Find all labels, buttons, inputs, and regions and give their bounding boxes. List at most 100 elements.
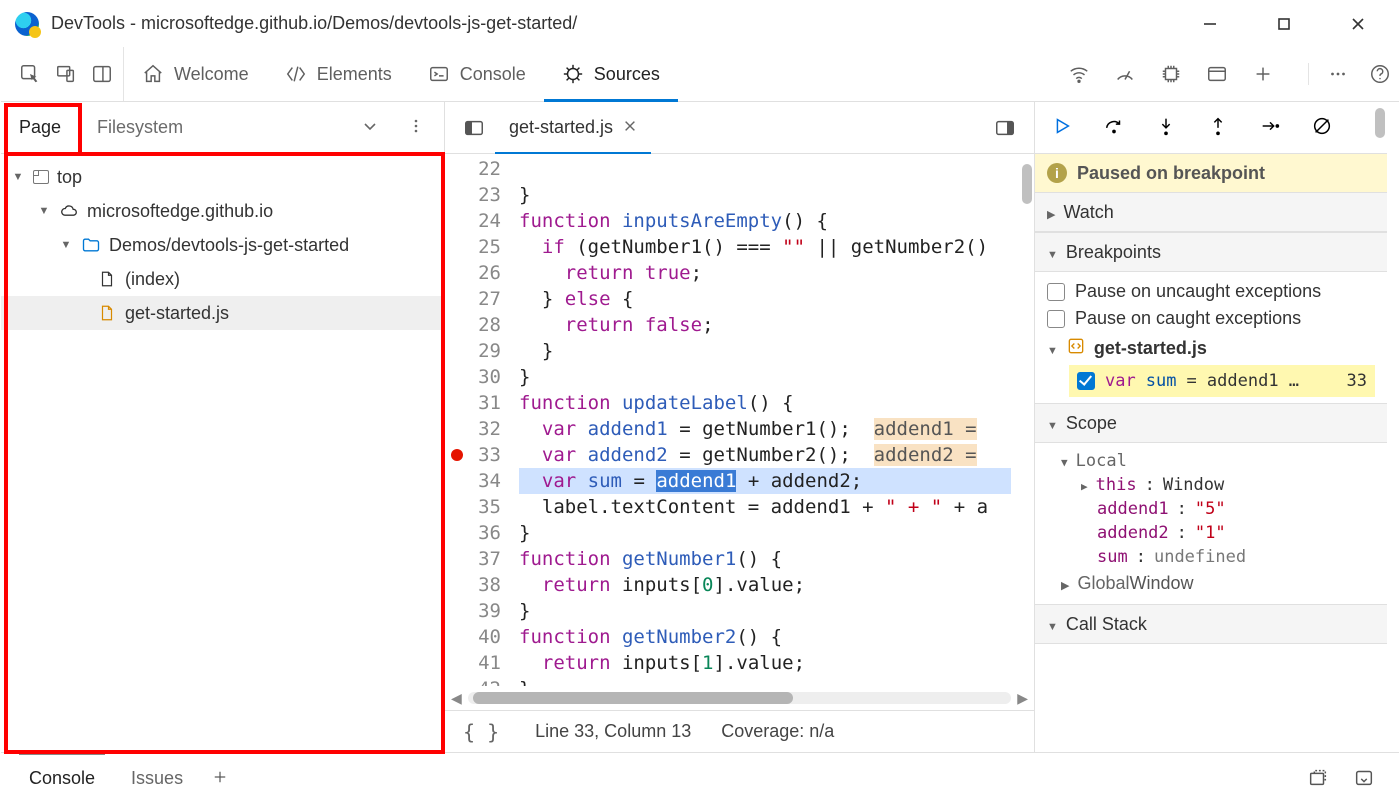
expand-icon[interactable] [1061, 451, 1068, 471]
step-out-icon[interactable] [1207, 115, 1229, 140]
cloud-icon [59, 201, 79, 221]
editor-tab-label: get-started.js [509, 117, 613, 138]
more-tools-icon[interactable] [1327, 63, 1349, 85]
section-watch[interactable]: Watch [1035, 192, 1387, 232]
drawer-tab-console[interactable]: Console [11, 753, 113, 804]
scroll-right-icon[interactable]: ▶ [1017, 690, 1028, 707]
scope-addend1-key: addend1 [1097, 499, 1169, 519]
paused-message: Paused on breakpoint [1077, 163, 1265, 184]
debugger-scrollbar[interactable] [1375, 108, 1385, 138]
expand-icon[interactable] [37, 205, 51, 217]
deactivate-breakpoints-icon[interactable] [1311, 115, 1333, 140]
application-icon[interactable] [1206, 63, 1228, 85]
toggle-navigator-icon[interactable] [453, 117, 495, 139]
expand-icon[interactable] [1047, 413, 1058, 434]
close-button[interactable] [1347, 13, 1369, 35]
breakpoint-line-number: 33 [1347, 371, 1367, 391]
editor-pane: get-started.js 2223242526272829303132333… [445, 102, 1035, 752]
expand-icon[interactable] [1081, 475, 1088, 495]
tab-elements[interactable]: Elements [267, 47, 410, 101]
devtools-tabstrip: Welcome Elements Console Sources [1, 47, 1399, 102]
expand-icon[interactable] [1047, 614, 1058, 635]
scope-addend1-val: "5" [1195, 499, 1226, 519]
pause-caught-checkbox[interactable]: Pause on caught exceptions [1047, 305, 1375, 332]
more-icon[interactable] [408, 118, 424, 137]
expand-icon[interactable] [1047, 202, 1055, 223]
scroll-left-icon[interactable]: ◀ [451, 690, 462, 707]
add-tab-icon[interactable] [1252, 63, 1274, 85]
tree-folder[interactable]: Demos/devtools-js-get-started [1, 228, 444, 262]
scope-sum-row: sum: undefined [1047, 545, 1375, 569]
section-breakpoints[interactable]: Breakpoints [1035, 232, 1387, 272]
drawer-expand-icon[interactable] [1307, 766, 1329, 791]
status-line-col: Line 33, Column 13 [535, 721, 691, 742]
scope-local-header[interactable]: Local [1047, 449, 1375, 473]
scope-this-row[interactable]: this: Window [1047, 473, 1375, 497]
code-editor[interactable]: 2223242526272829303132333435363738394041… [445, 154, 1034, 686]
help-icon[interactable] [1369, 63, 1391, 85]
minimize-button[interactable] [1199, 13, 1221, 35]
scope-global-row[interactable]: GlobalWindow [1047, 569, 1375, 598]
tree-top[interactable]: top [1, 160, 444, 194]
code-content[interactable]: } function inputsAreEmpty() { if (getNum… [519, 154, 1034, 686]
checkbox-checked-icon[interactable] [1077, 372, 1095, 390]
pretty-print-icon[interactable]: { } [463, 720, 505, 744]
editor-tab[interactable]: get-started.js [495, 102, 651, 153]
performance-icon[interactable] [1114, 63, 1136, 85]
drawer-add-tab-icon[interactable] [201, 768, 239, 789]
breakpoint-marker[interactable] [451, 449, 463, 461]
drawer-collapse-icon[interactable] [1353, 766, 1375, 791]
toggle-debugger-icon[interactable] [984, 117, 1026, 139]
tree-js-label: get-started.js [125, 303, 229, 324]
tab-sources-label: Sources [594, 64, 660, 85]
drawer-tab-issues[interactable]: Issues [113, 753, 201, 804]
elements-icon [285, 63, 307, 85]
network-conditions-icon[interactable] [1068, 63, 1090, 85]
section-scope-label: Scope [1066, 413, 1117, 434]
breakpoint-file-row[interactable]: get-started.js [1047, 332, 1375, 365]
step-into-icon[interactable] [1155, 115, 1177, 140]
frame-icon [33, 170, 49, 184]
editor-scrollbar-horizontal[interactable]: ◀ ▶ [445, 686, 1034, 710]
tree-index-file[interactable]: (index) [1, 262, 444, 296]
tab-console-label: Console [460, 64, 526, 85]
subtab-page[interactable]: Page [1, 102, 79, 153]
expand-icon[interactable] [11, 171, 25, 183]
line-gutter[interactable]: 2223242526272829303132333435363738394041… [445, 154, 519, 686]
tree-js-file[interactable]: get-started.js [1, 296, 444, 330]
expand-icon[interactable] [1047, 242, 1058, 263]
device-emulation-icon[interactable] [55, 63, 77, 85]
close-tab-icon[interactable] [623, 117, 637, 138]
navigator-pane: Page Filesystem top microsoftedge.github… [1, 102, 445, 752]
pause-caught-label: Pause on caught exceptions [1075, 308, 1301, 329]
pause-uncaught-checkbox[interactable]: Pause on uncaught exceptions [1047, 278, 1375, 305]
breakpoint-entry[interactable]: var sum = addend1 … 33 [1069, 365, 1375, 397]
scrollbar-thumb[interactable] [473, 692, 793, 704]
expand-icon[interactable] [1047, 338, 1058, 359]
inspect-element-icon[interactable] [19, 63, 41, 85]
tab-welcome[interactable]: Welcome [124, 47, 267, 101]
scope-this-val: Window [1163, 475, 1224, 495]
subtab-page-label: Page [19, 117, 61, 138]
tab-sources[interactable]: Sources [544, 47, 678, 101]
editor-scrollbar-vertical[interactable] [1022, 164, 1032, 204]
tab-console[interactable]: Console [410, 47, 544, 101]
dock-side-icon[interactable] [91, 63, 113, 85]
expand-icon[interactable] [1061, 573, 1069, 594]
resume-icon[interactable] [1051, 115, 1073, 140]
window-title: DevTools - microsoftedge.github.io/Demos… [51, 13, 577, 34]
tree-origin[interactable]: microsoftedge.github.io [1, 194, 444, 228]
section-scope[interactable]: Scope [1035, 403, 1387, 443]
checkbox-icon[interactable] [1047, 283, 1065, 301]
scope-addend2-row: addend2: "1" [1047, 521, 1375, 545]
step-icon[interactable] [1259, 115, 1281, 140]
memory-icon[interactable] [1160, 63, 1182, 85]
step-over-icon[interactable] [1103, 115, 1125, 140]
checkbox-icon[interactable] [1047, 310, 1065, 328]
subtab-filesystem[interactable]: Filesystem [79, 102, 201, 153]
section-callstack[interactable]: Call Stack [1035, 604, 1387, 644]
expand-icon[interactable] [59, 239, 73, 251]
scope-this-key: this [1096, 475, 1137, 495]
chevron-down-icon[interactable] [362, 118, 378, 137]
maximize-button[interactable] [1273, 13, 1295, 35]
